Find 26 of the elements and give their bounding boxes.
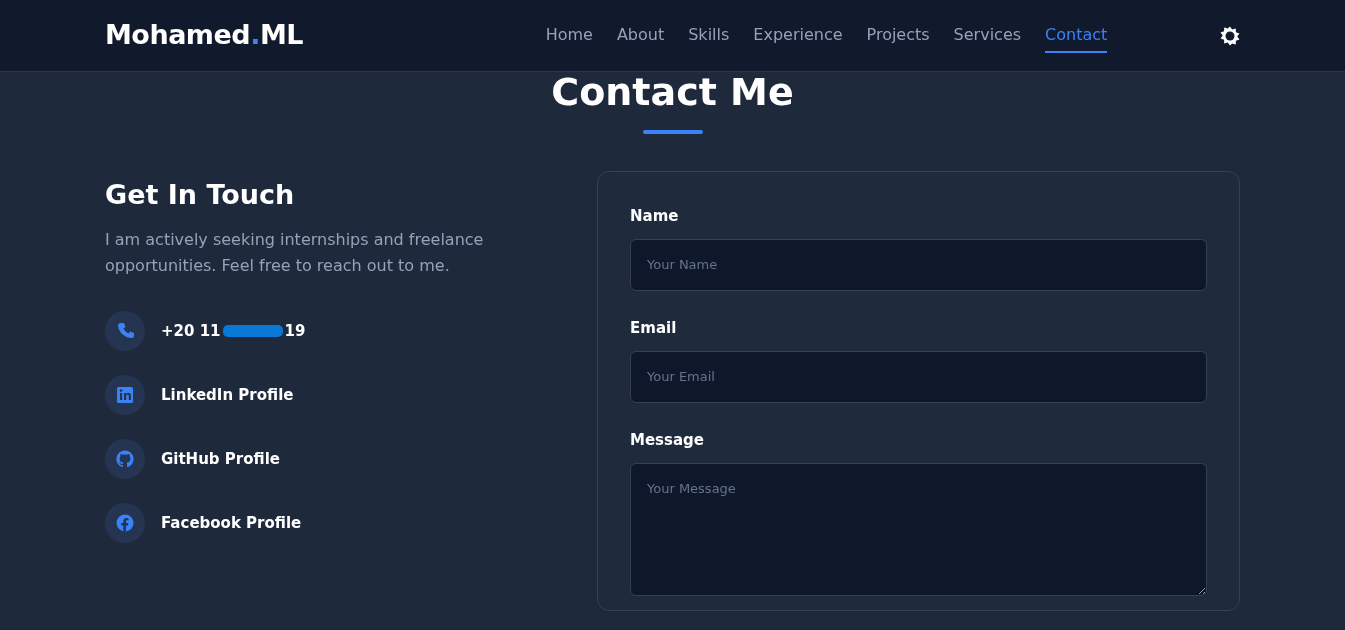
sun-icon[interactable] bbox=[1220, 25, 1240, 46]
nav-link[interactable]: Experience bbox=[753, 18, 843, 53]
input-field[interactable]: Your Email bbox=[630, 351, 1207, 403]
nav-link[interactable]: About bbox=[616, 18, 665, 53]
section-title: Contact Me bbox=[551, 72, 794, 114]
heading: Get In Touch bbox=[105, 178, 296, 212]
nav-link[interactable]: Services bbox=[953, 18, 1022, 53]
intro-text: I am actively seeking internships and freelance opportunities. Feel free to reach out to me. bbox=[105, 229, 485, 278]
github-icon bbox=[115, 449, 135, 470]
nav-link[interactable]: Home bbox=[545, 18, 593, 53]
input-field[interactable]: Your Name bbox=[630, 239, 1207, 291]
field-label: Message bbox=[630, 429, 705, 451]
facebook-icon bbox=[115, 513, 135, 534]
logo[interactable]: Mohamed.ML bbox=[105, 15, 303, 56]
linkedin-icon bbox=[115, 385, 135, 406]
title-underline bbox=[642, 129, 703, 134]
field-label: Email bbox=[630, 317, 678, 339]
nav-link[interactable]: Projects bbox=[866, 18, 930, 53]
message-field[interactable]: Your Message bbox=[630, 463, 1207, 597]
profile-link[interactable]: GitHub Profile bbox=[161, 447, 280, 471]
nav-link[interactable]: Skills bbox=[688, 18, 730, 53]
profile-link[interactable]: Facebook Profile bbox=[161, 511, 302, 535]
field-label: Name bbox=[630, 205, 680, 227]
profile-link[interactable]: LinkedIn Profile bbox=[161, 383, 294, 407]
nav-link[interactable]: Contact bbox=[1045, 18, 1108, 53]
phone-number: +20 11 19 bbox=[161, 320, 306, 342]
